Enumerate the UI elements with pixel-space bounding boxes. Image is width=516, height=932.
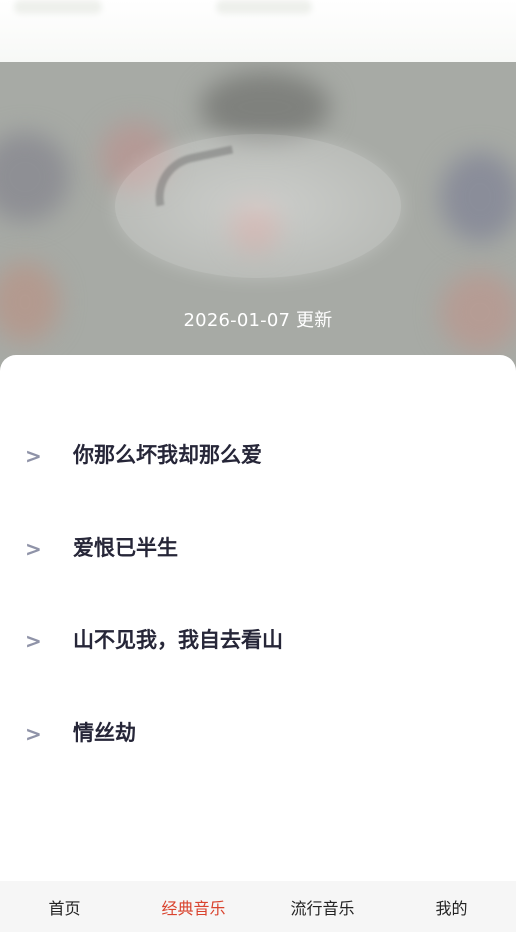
tab-pop-music[interactable]: 流行音乐 bbox=[258, 881, 387, 932]
status-bar-blur bbox=[14, 0, 102, 14]
update-date-label: 2026-01-07 更新 bbox=[183, 310, 333, 331]
status-bar-blur bbox=[216, 0, 312, 14]
chevron-right-icon: > bbox=[25, 721, 42, 746]
banner-blur-shape bbox=[200, 72, 330, 142]
song-item[interactable]: > 情丝劫 bbox=[0, 688, 516, 781]
banner-blur-shape bbox=[440, 152, 516, 242]
album-banner[interactable]: 2026-01-07 更新 bbox=[0, 62, 516, 372]
bottom-tab-bar: 首页 经典音乐 流行音乐 我的 bbox=[0, 881, 516, 932]
tab-home[interactable]: 首页 bbox=[0, 881, 129, 932]
song-title: 山不见我，我自去看山 bbox=[73, 628, 283, 652]
disc-shine bbox=[147, 145, 241, 207]
banner-blur-shape bbox=[0, 132, 70, 222]
vinyl-disc-icon bbox=[115, 134, 401, 278]
song-item[interactable]: > 你那么坏我却那么爱 bbox=[0, 410, 516, 503]
song-item[interactable]: > 山不见我，我自去看山 bbox=[0, 595, 516, 688]
chevron-right-icon: > bbox=[25, 536, 42, 561]
chevron-right-icon: > bbox=[25, 444, 42, 468]
song-item[interactable]: > 爱恨已半生 bbox=[0, 503, 516, 596]
song-title: 情丝劫 bbox=[73, 720, 136, 745]
song-list: > 你那么坏我却那么爱 > 爱恨已半生 > 山不见我，我自去看山 > 情丝劫 bbox=[0, 410, 516, 780]
song-title: 爱恨已半生 bbox=[73, 535, 178, 560]
chevron-right-icon: > bbox=[25, 629, 42, 653]
song-title: 你那么坏我却那么爱 bbox=[73, 443, 262, 467]
status-bar bbox=[0, 0, 516, 62]
song-list-card: > 你那么坏我却那么爱 > 爱恨已半生 > 山不见我，我自去看山 > 情丝劫 bbox=[0, 355, 516, 881]
tab-classic-music[interactable]: 经典音乐 bbox=[129, 881, 258, 932]
tab-mine[interactable]: 我的 bbox=[387, 881, 516, 932]
